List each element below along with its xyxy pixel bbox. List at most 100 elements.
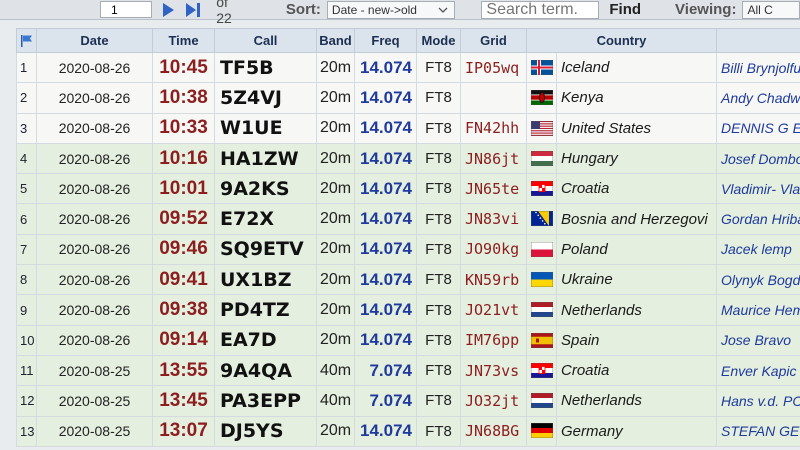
date-cell: 2020-08-26: [36, 233, 153, 266]
mode-column-header[interactable]: Mode: [416, 28, 461, 53]
flag-cell: [526, 294, 557, 326]
table-row[interactable]: 1 2020-08-26 10:45 TF5B 20m 14.074 FT8 IP05wq Ic…: [16, 51, 800, 84]
grid-cell: JN86jt: [460, 142, 527, 175]
band-cell: 20m: [316, 415, 355, 447]
call-cell[interactable]: EA7D: [214, 324, 317, 356]
row-number: 8: [16, 264, 37, 296]
grid-cell: JO21vt: [460, 294, 527, 326]
date-column-header[interactable]: Date: [36, 28, 153, 53]
country-cell: Croatia: [556, 173, 717, 205]
mode-cell: FT8: [416, 51, 461, 84]
operator-name-cell: STEFAN GE: [716, 415, 800, 447]
time-column-header[interactable]: Time: [152, 28, 215, 53]
grid-cell: JN73vs: [460, 354, 527, 387]
table-row[interactable]: 4 2020-08-26 10:16 HA1ZW 20m 14.074 FT8 JN86jt H…: [16, 142, 800, 175]
operator-name-cell: Andy Chadwi: [716, 82, 800, 114]
band-cell: 20m: [316, 233, 355, 266]
call-cell[interactable]: PD4TZ: [214, 294, 317, 326]
flag-cell: [526, 82, 557, 114]
operator-name-cell: Jacek lemp: [716, 233, 800, 266]
flag-cell: [526, 264, 557, 296]
play-icon: [162, 2, 174, 17]
viewing-label: Viewing:: [675, 1, 737, 18]
call-cell[interactable]: 9A4QA: [214, 354, 317, 387]
band-cell: 20m: [316, 324, 355, 356]
sort-value: Date - new->old: [331, 2, 417, 17]
band-cell: 20m: [316, 264, 355, 296]
freq-cell: 14.074: [354, 112, 417, 144]
freq-cell: 14.074: [354, 203, 417, 235]
table-row[interactable]: 12 2020-08-25 13:45 PA3EPP 40m 7.074 FT8 JO32jt…: [16, 385, 800, 417]
call-cell[interactable]: DJ5YS: [214, 415, 317, 447]
call-cell[interactable]: PA3EPP: [214, 385, 317, 417]
search-input[interactable]: [481, 0, 600, 19]
time-cell: 10:38: [152, 82, 215, 114]
grid-cell: JO90kg: [460, 233, 527, 266]
band-column-header[interactable]: Band: [316, 28, 355, 53]
time-cell: 09:38: [152, 294, 215, 326]
table-row[interactable]: 9 2020-08-26 09:38 PD4TZ 20m 14.074 FT8 JO21vt N…: [16, 294, 800, 326]
netherlands-flag-icon: [530, 302, 553, 318]
iceland-flag-icon: [530, 59, 553, 75]
flag-cell: [526, 385, 557, 417]
call-cell[interactable]: HA1ZW: [214, 142, 317, 175]
table-row[interactable]: 5 2020-08-26 10:01 9A2KS 20m 14.074 FT8 JN65te C…: [16, 173, 800, 205]
germany-flag-icon: [530, 423, 553, 439]
operator-name-cell: Hans v.d. PC: [716, 385, 800, 417]
grid-cell: JN65te: [460, 173, 527, 205]
row-number: 4: [16, 142, 37, 175]
flag-column-header[interactable]: [16, 28, 37, 53]
call-cell[interactable]: W1UE: [214, 112, 317, 144]
date-cell: 2020-08-26: [36, 294, 153, 326]
country-cell: Bosnia and Herzegovi: [556, 203, 717, 235]
table-row[interactable]: 13 2020-08-25 13:07 DJ5YS 20m 14.074 FT8 JN68BG…: [16, 415, 800, 447]
call-cell[interactable]: TF5B: [214, 51, 317, 84]
call-cell[interactable]: 5Z4VJ: [214, 82, 317, 114]
country-cell: United States: [556, 112, 717, 144]
table-row[interactable]: 11 2020-08-25 13:55 9A4QA 40m 7.074 FT8 JN73vs C…: [16, 354, 800, 387]
page-number-input[interactable]: [100, 1, 152, 18]
country-cell: Ukraine: [556, 264, 717, 296]
grid-cell: [460, 82, 527, 114]
date-cell: 2020-08-26: [36, 142, 153, 175]
log-table: Date Time Call Band Freq Mode Grid Count…: [16, 28, 800, 447]
date-cell: 2020-08-26: [36, 324, 153, 356]
band-cell: 20m: [316, 112, 355, 144]
freq-cell: 14.074: [354, 324, 417, 356]
date-cell: 2020-08-26: [36, 173, 153, 205]
grid-column-header[interactable]: Grid: [460, 28, 527, 53]
call-cell[interactable]: 9A2KS: [214, 173, 317, 205]
freq-column-header[interactable]: Freq: [354, 28, 417, 53]
kenya-flag-icon: [530, 90, 553, 106]
time-cell: 10:45: [152, 51, 215, 84]
freq-cell: 14.074: [354, 415, 417, 447]
last-page-button[interactable]: [183, 1, 202, 19]
mode-cell: FT8: [416, 324, 461, 356]
row-number: 6: [16, 203, 37, 235]
call-cell[interactable]: UX1BZ: [214, 264, 317, 296]
mode-cell: FT8: [416, 264, 461, 296]
table-row[interactable]: 8 2020-08-26 09:41 UX1BZ 20m 14.074 FT8 KN59rb U…: [16, 264, 800, 296]
table-header-row: Date Time Call Band Freq Mode Grid Count…: [16, 28, 800, 53]
table-row[interactable]: 3 2020-08-26 10:33 W1UE 20m 14.074 FT8 FN42hh Un…: [16, 112, 800, 144]
freq-cell: 14.074: [354, 294, 417, 326]
bosnia-flag-icon: [530, 211, 553, 227]
call-column-header[interactable]: Call: [214, 28, 317, 53]
poland-flag-icon: [530, 241, 553, 257]
table-row[interactable]: 10 2020-08-26 09:14 EA7D 20m 14.074 FT8 IM76pp S…: [16, 324, 800, 356]
sort-select[interactable]: Date - new->old: [326, 0, 456, 19]
call-cell[interactable]: SQ9ETV: [214, 233, 317, 266]
table-row[interactable]: 6 2020-08-26 09:52 E72X 20m 14.074 FT8 JN83vi Bo…: [16, 203, 800, 235]
viewing-select[interactable]: All C: [742, 0, 800, 19]
table-row[interactable]: 2 2020-08-26 10:38 5Z4VJ 20m 14.074 FT8 Kenya An…: [16, 82, 800, 114]
next-page-button[interactable]: [158, 1, 177, 19]
table-row[interactable]: 7 2020-08-26 09:46 SQ9ETV 20m 14.074 FT8 JO90kg…: [16, 233, 800, 266]
mode-cell: FT8: [416, 142, 461, 175]
row-number: 2: [16, 82, 37, 114]
band-cell: 20m: [316, 294, 355, 326]
country-column-header[interactable]: Country: [526, 28, 717, 53]
find-button[interactable]: Find: [605, 1, 645, 18]
call-cell[interactable]: E72X: [214, 203, 317, 235]
mode-cell: FT8: [416, 385, 461, 417]
flag-cell: [526, 415, 557, 447]
